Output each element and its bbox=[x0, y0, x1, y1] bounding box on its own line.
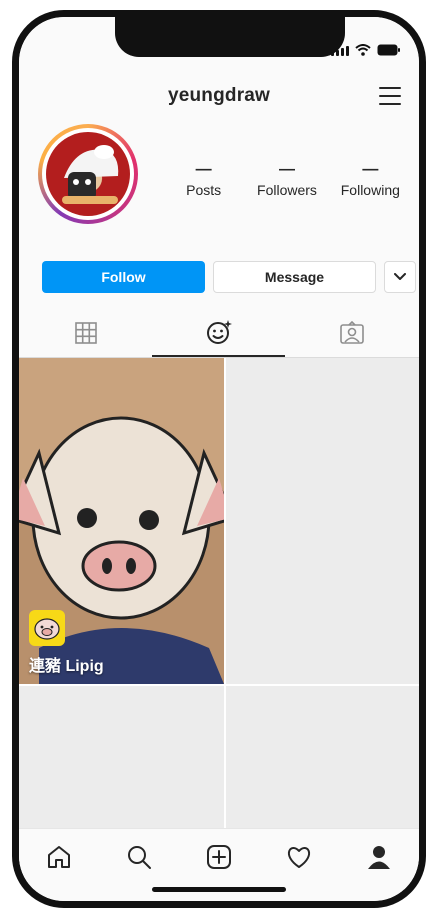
empty-grid-tile bbox=[226, 686, 419, 830]
nav-profile[interactable] bbox=[355, 837, 403, 877]
profile-tabs bbox=[19, 309, 419, 358]
stat-posts[interactable]: — Posts bbox=[162, 161, 245, 199]
stat-followers-label: Followers bbox=[257, 182, 317, 198]
nav-create[interactable] bbox=[195, 837, 243, 877]
create-post-icon bbox=[207, 845, 231, 869]
follow-button[interactable]: Follow bbox=[42, 261, 205, 293]
stat-followers[interactable]: — Followers bbox=[245, 161, 328, 199]
tagged-icon bbox=[340, 321, 364, 344]
stat-posts-label: Posts bbox=[186, 182, 222, 198]
lipig-effect-icon bbox=[29, 610, 65, 646]
tab-effects[interactable] bbox=[152, 309, 285, 357]
phone-frame: yeungdraw — Posts — Followers — Followin… bbox=[12, 10, 426, 908]
tab-tagged[interactable] bbox=[285, 309, 419, 357]
tab-posts-grid[interactable] bbox=[19, 309, 152, 357]
empty-grid-tile bbox=[19, 686, 224, 830]
post-tile[interactable]: 連豬 Lipig bbox=[19, 358, 224, 684]
profile-icon bbox=[368, 846, 390, 869]
message-button[interactable]: Message bbox=[213, 261, 376, 293]
stat-following-count: — bbox=[362, 161, 379, 178]
cellular-signal-icon bbox=[331, 44, 349, 56]
search-icon bbox=[128, 846, 151, 869]
stat-following-label: Following bbox=[340, 182, 400, 198]
grid-icon bbox=[74, 322, 97, 344]
app-screen: yeungdraw — Posts — Followers — Followin… bbox=[19, 17, 419, 901]
status-bar bbox=[331, 43, 401, 57]
profile-avatar bbox=[46, 132, 130, 216]
wifi-icon bbox=[355, 44, 371, 56]
nav-search[interactable] bbox=[115, 837, 163, 877]
phone-notch bbox=[115, 17, 345, 57]
nav-home[interactable] bbox=[35, 837, 83, 877]
story-ring[interactable] bbox=[38, 124, 138, 224]
hamburger-menu-icon[interactable] bbox=[379, 87, 401, 107]
bottom-navigation bbox=[19, 828, 419, 885]
profile-actions: Follow Message bbox=[42, 261, 416, 293]
post-effect-label: 連豬 Lipig bbox=[29, 658, 104, 675]
avatar-illustration bbox=[62, 145, 119, 204]
suggested-accounts-button[interactable] bbox=[384, 261, 416, 293]
profile-header: yeungdraw bbox=[19, 77, 419, 119]
nav-activity[interactable] bbox=[275, 837, 323, 877]
profile-username: yeungdraw bbox=[167, 85, 271, 106]
effects-icon bbox=[206, 320, 232, 344]
stat-followers-count: — bbox=[278, 161, 295, 178]
post-effect-badge: 連豬 Lipig bbox=[29, 610, 104, 676]
home-icon bbox=[48, 846, 70, 868]
profile-summary: — Posts — Followers — Following bbox=[19, 122, 419, 232]
empty-grid-tile bbox=[226, 358, 419, 684]
avatar bbox=[42, 128, 134, 220]
chevron-down-icon bbox=[394, 273, 406, 280]
home-indicator bbox=[152, 887, 286, 892]
battery-icon bbox=[377, 44, 400, 56]
profile-stats: — Posts — Followers — Following bbox=[162, 161, 412, 199]
stat-posts-count: — bbox=[195, 161, 212, 178]
stat-following[interactable]: — Following bbox=[329, 161, 412, 199]
posts-grid: 連豬 Lipig bbox=[19, 358, 419, 830]
activity-heart-icon bbox=[287, 847, 311, 868]
